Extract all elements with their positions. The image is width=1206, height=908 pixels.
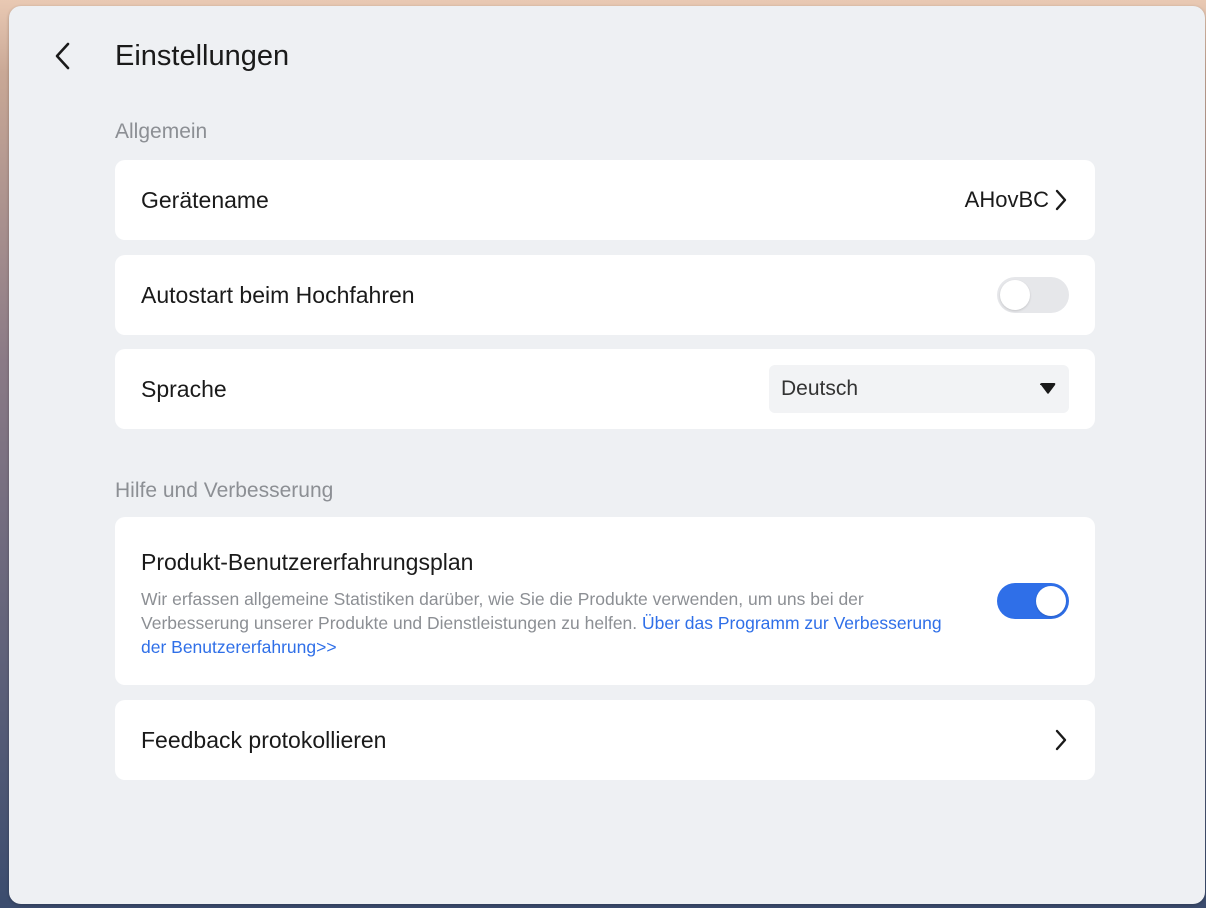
language-card: Sprache Deutsch [115,349,1095,429]
back-button[interactable] [47,38,79,74]
autostart-toggle[interactable] [997,277,1069,313]
device-name-label: Gerätename [141,186,269,213]
toggle-knob [1036,586,1066,616]
chevron-left-icon [55,42,70,70]
feedback-label: Feedback protokollieren [141,726,387,753]
autostart-card: Autostart beim Hochfahren [115,255,1095,335]
page-title: Einstellungen [115,40,290,72]
section-title-help: Hilfe und Verbesserung [115,479,334,502]
language-select[interactable]: Deutsch [769,365,1069,413]
language-label: Sprache [141,375,227,402]
settings-window: Einstellungen Allgemein Gerätename AHovB… [9,6,1205,904]
chevron-right-icon [1055,729,1067,751]
device-name-card[interactable]: Gerätename AHovBC [115,160,1095,240]
autostart-label: Autostart beim Hochfahren [141,281,415,308]
feedback-card[interactable]: Feedback protokollieren [115,700,1095,780]
language-selected-value: Deutsch [781,377,859,400]
section-title-general: Allgemein [115,120,208,143]
experience-plan-description: Wir erfassen allgemeine Statistiken darü… [141,587,961,659]
device-name-value: AHovBC [964,187,1049,212]
experience-plan-card: Produkt-Benutzererfahrungsplan Wir erfas… [115,517,1095,685]
chevron-right-icon [1055,189,1067,211]
experience-plan-toggle[interactable] [997,583,1069,619]
toggle-knob [1000,280,1030,310]
experience-plan-title: Produkt-Benutzererfahrungsplan [141,549,474,575]
caret-down-icon [1040,383,1056,394]
